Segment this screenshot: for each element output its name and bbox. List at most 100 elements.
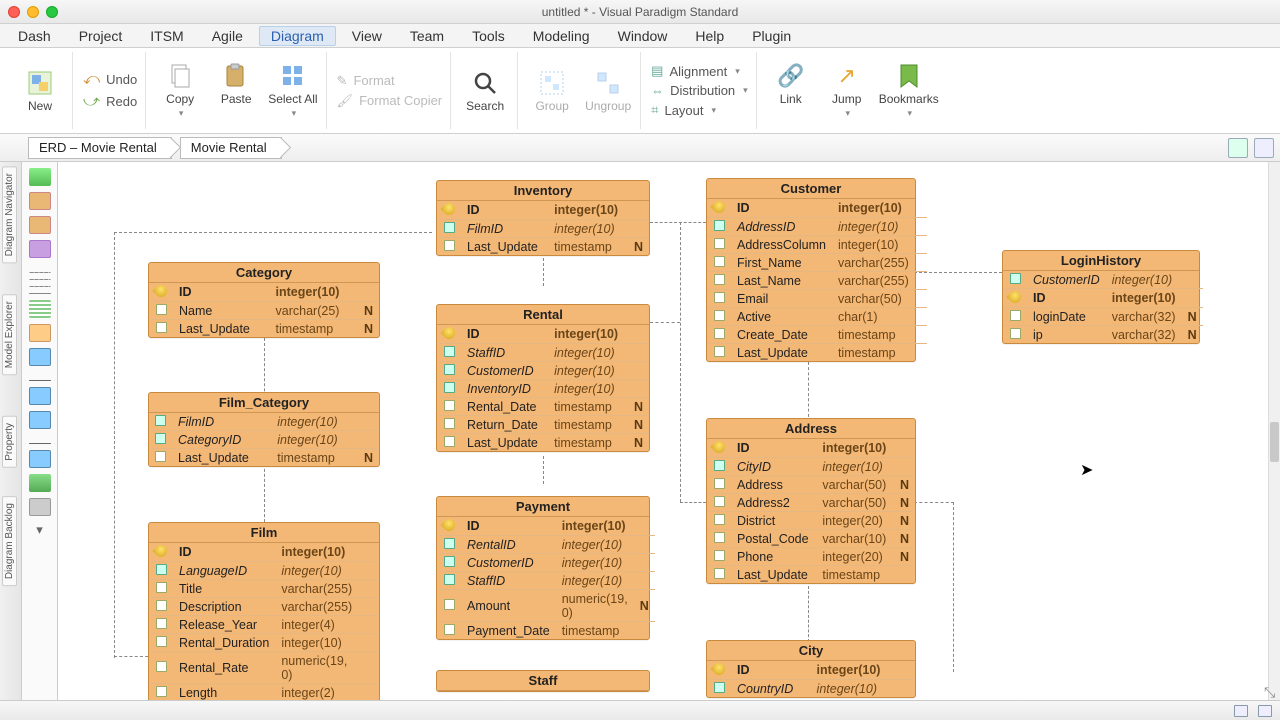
entity-column[interactable]: AddressIDinteger(10)	[707, 217, 927, 235]
distribution-button[interactable]: ⇔Distribution▾	[651, 83, 748, 98]
entity-rental[interactable]: RentalIDinteger(10)StaffIDinteger(10)Cus…	[436, 304, 650, 452]
entity-column[interactable]: LanguageIDinteger(10)	[149, 561, 379, 579]
entity-column[interactable]: IDinteger(10)	[707, 439, 915, 457]
entity-film[interactable]: FilmIDinteger(10)LanguageIDinteger(10)Ti…	[148, 522, 380, 700]
menu-modeling[interactable]: Modeling	[521, 26, 602, 46]
entity-column[interactable]: loginDatevarchar(32)N	[1003, 307, 1203, 325]
entity-column[interactable]: Create_Datetimestamp	[707, 325, 927, 343]
entity-column[interactable]: StaffIDinteger(10)	[437, 343, 649, 361]
sidebar-tab-property[interactable]: Property	[2, 416, 17, 468]
sidebar-tab-model-explorer[interactable]: Model Explorer	[2, 294, 17, 375]
format-button[interactable]: ✎Format	[337, 73, 443, 89]
jump-button[interactable]: ↗Jump▾	[823, 62, 871, 119]
layout-button[interactable]: ⌗Layout▾	[651, 102, 748, 118]
palette-folder2-icon[interactable]	[29, 411, 51, 429]
menu-dash[interactable]: Dash	[6, 26, 63, 46]
diagram-canvas[interactable]: InventoryIDinteger(10)FilmIDinteger(10)L…	[58, 162, 1280, 700]
search-button[interactable]: Search	[461, 69, 509, 113]
menu-view[interactable]: View	[340, 26, 394, 46]
entity-column[interactable]: RentalIDinteger(10)	[437, 535, 655, 553]
entity-column[interactable]: IDinteger(10)	[707, 661, 915, 679]
palette-line2-icon[interactable]	[29, 443, 51, 444]
entity-column[interactable]: CountryIDinteger(10)	[707, 679, 915, 697]
entity-column[interactable]: Return_DatetimestampN	[437, 415, 649, 433]
alignment-button[interactable]: ▤Alignment▾	[651, 63, 748, 79]
palette-rel1-icon[interactable]	[29, 272, 51, 273]
palette-more-icon[interactable]: ▾	[29, 522, 51, 540]
entity-column[interactable]: StaffIDinteger(10)	[437, 571, 655, 589]
entity-column[interactable]: IDinteger(10)	[437, 325, 649, 343]
paste-button[interactable]: Paste	[212, 62, 260, 119]
entity-inventory[interactable]: InventoryIDinteger(10)FilmIDinteger(10)L…	[436, 180, 650, 256]
entity-column[interactable]: IDinteger(10)	[149, 283, 379, 301]
entity-column[interactable]: Payment_Datetimestamp	[437, 621, 655, 639]
entity-column[interactable]: Titlevarchar(255)	[149, 579, 379, 597]
entity-customer[interactable]: CustomerIDinteger(10)AddressIDinteger(10…	[706, 178, 916, 362]
palette-cursor-icon[interactable]	[29, 168, 51, 186]
status-chat-icon[interactable]	[1258, 705, 1272, 717]
entity-column[interactable]: Last_Updatetimestamp	[707, 565, 915, 583]
palette-entity-icon[interactable]	[29, 192, 51, 210]
entity-column[interactable]: InventoryIDinteger(10)	[437, 379, 649, 397]
breadcrumb-movie-rental[interactable]: Movie Rental	[180, 137, 282, 159]
palette-rect-icon[interactable]	[29, 450, 51, 468]
palette-rel3-icon[interactable]	[29, 286, 51, 287]
close-window-button[interactable]	[8, 6, 20, 18]
new-button[interactable]: New	[16, 69, 64, 113]
entity-column[interactable]: IDinteger(10)	[149, 543, 379, 561]
menu-project[interactable]: Project	[67, 26, 135, 46]
copy-button[interactable]: Copy▾	[156, 62, 204, 119]
entity-column[interactable]: CityIDinteger(10)	[707, 457, 915, 475]
entity-column[interactable]: IDinteger(10)	[1003, 288, 1203, 307]
entity-column[interactable]: Lengthinteger(2)	[149, 683, 379, 700]
menu-help[interactable]: Help	[683, 26, 736, 46]
entity-column[interactable]: Last_Updatetimestamp	[707, 343, 927, 361]
bookmarks-button[interactable]: Bookmarks▾	[879, 62, 939, 119]
entity-loginhistory[interactable]: LoginHistoryCustomerIDinteger(10)IDinteg…	[1002, 250, 1200, 344]
entity-column[interactable]: Last_UpdatetimestampN	[437, 433, 649, 451]
zoom-window-button[interactable]	[46, 6, 58, 18]
palette-camera-icon[interactable]	[29, 498, 51, 516]
select-all-button[interactable]: Select All▾	[268, 62, 317, 119]
menu-tools[interactable]: Tools	[460, 26, 517, 46]
palette-line-icon[interactable]	[29, 380, 51, 381]
undo-button[interactable]: ⤺Undo	[83, 71, 137, 89]
vertical-scrollbar[interactable]	[1268, 162, 1280, 700]
menu-window[interactable]: Window	[606, 26, 680, 46]
entity-column[interactable]: Last_Namevarchar(255)	[707, 271, 927, 289]
minimize-window-button[interactable]	[27, 6, 39, 18]
palette-grid-icon[interactable]	[29, 300, 51, 318]
palette-image-icon[interactable]	[29, 474, 51, 492]
entity-column[interactable]: Rental_Durationinteger(10)	[149, 633, 379, 651]
palette-table-icon[interactable]	[29, 324, 51, 342]
group-button[interactable]: Group	[528, 69, 576, 113]
status-mail-icon[interactable]	[1234, 705, 1248, 717]
entity-column[interactable]: Districtinteger(20)N	[707, 511, 915, 529]
entity-column[interactable]: Last_UpdatetimestampN	[149, 448, 379, 466]
entity-column[interactable]: ipvarchar(32)N	[1003, 325, 1203, 343]
entity-category[interactable]: CategoryIDinteger(10)Namevarchar(25)NLas…	[148, 262, 380, 338]
entity-column[interactable]: Rental_Ratenumeric(19, 0)	[149, 651, 379, 683]
entity-column[interactable]: Amountnumeric(19, 0)N	[437, 589, 655, 621]
link-button[interactable]: 🔗Link	[767, 62, 815, 119]
breadcrumb-tool-grid-icon[interactable]	[1254, 138, 1274, 158]
entity-column[interactable]: Namevarchar(25)N	[149, 301, 379, 319]
entity-column[interactable]: Emailvarchar(50)	[707, 289, 927, 307]
entity-column[interactable]: Rental_DatetimestampN	[437, 397, 649, 415]
entity-column[interactable]: CustomerIDinteger(10)	[437, 553, 655, 571]
palette-rel4-icon[interactable]	[29, 293, 51, 294]
menu-itsm[interactable]: ITSM	[138, 26, 195, 46]
entity-staff[interactable]: Staff	[436, 670, 650, 692]
format-copier-button[interactable]: 🖌Format Copier	[337, 93, 443, 109]
entity-city[interactable]: CityIDinteger(10)CountryIDinteger(10)	[706, 640, 916, 698]
entity-column[interactable]: Release_Yearinteger(4)	[149, 615, 379, 633]
palette-rel2-icon[interactable]	[29, 279, 51, 280]
entity-column[interactable]: Postal_Codevarchar(10)N	[707, 529, 915, 547]
entity-column[interactable]: CustomerIDinteger(10)	[1003, 271, 1203, 288]
entity-column[interactable]: FilmIDinteger(10)	[437, 219, 649, 237]
palette-folder-icon[interactable]	[29, 387, 51, 405]
entity-column[interactable]: First_Namevarchar(255)	[707, 253, 927, 271]
entity-column[interactable]: Phoneinteger(20)N	[707, 547, 915, 565]
breadcrumb-erd[interactable]: ERD – Movie Rental	[28, 137, 172, 159]
redo-button[interactable]: ⤻Redo	[83, 93, 137, 111]
